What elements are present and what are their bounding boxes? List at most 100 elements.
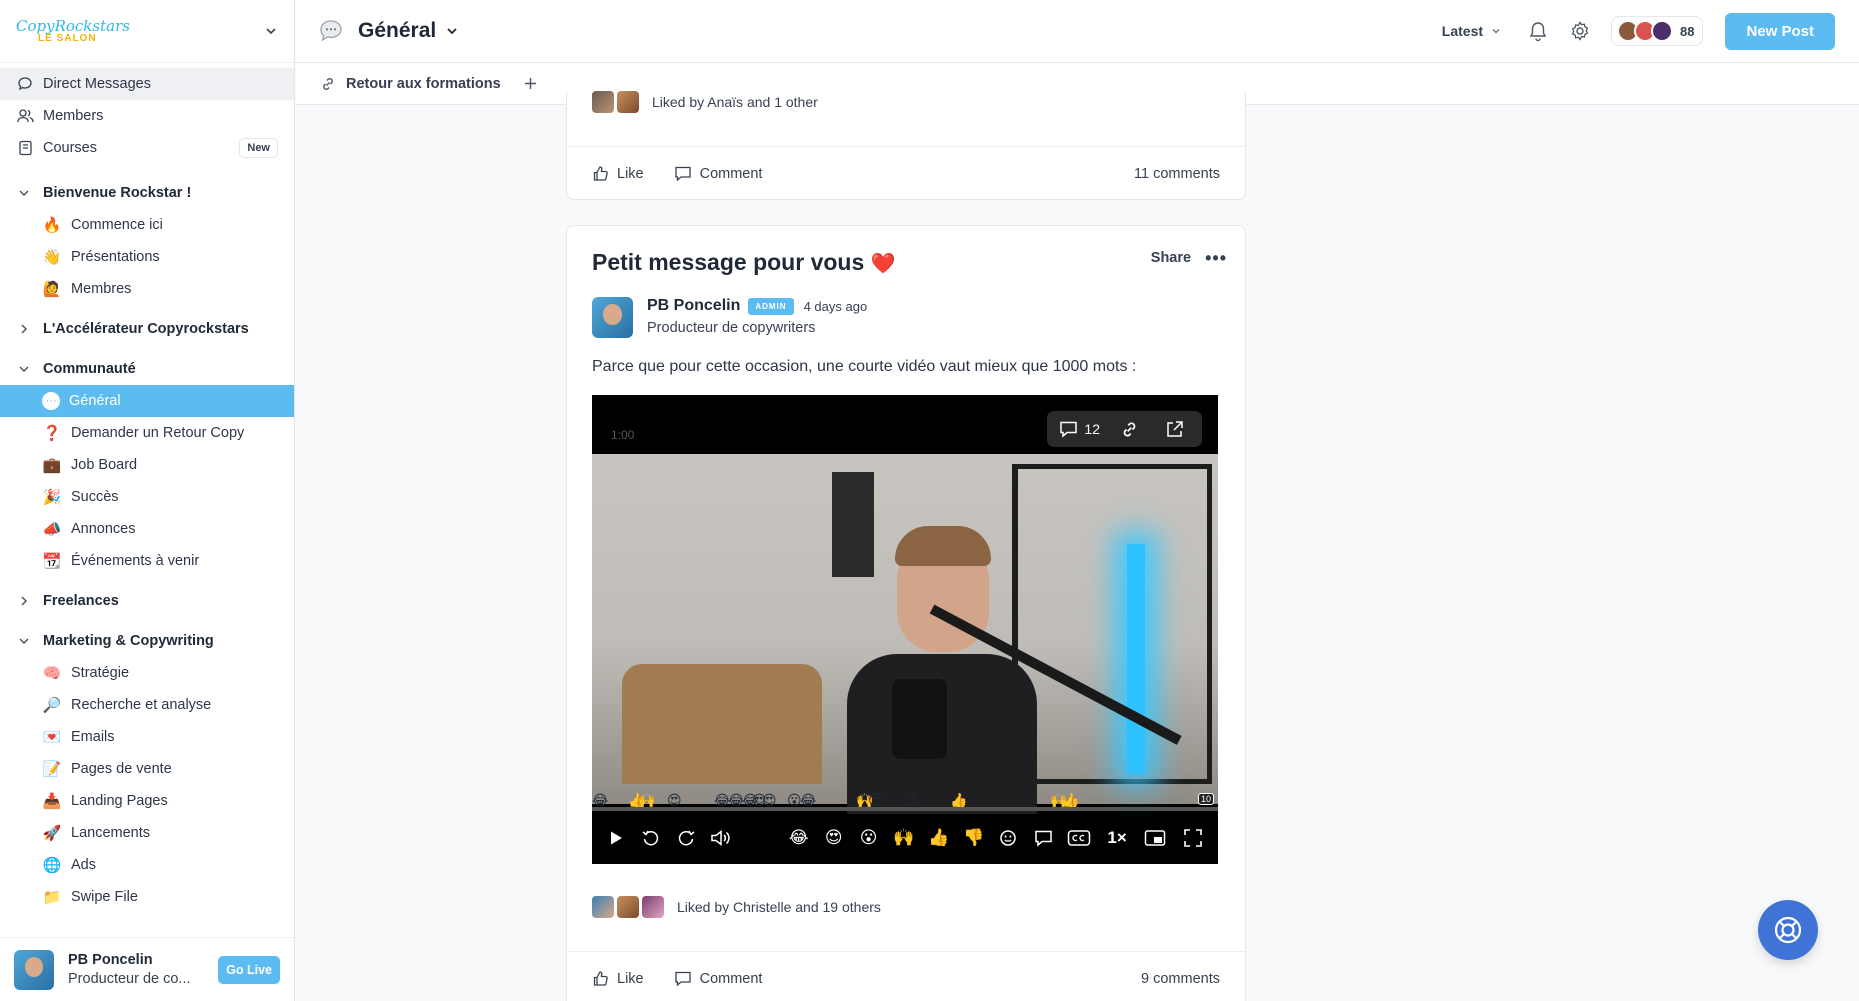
sidebar-item-label: Commence ici [71, 217, 163, 233]
sidebar-item-landing-pages[interactable]: 📥 Landing Pages [0, 785, 294, 817]
section-communaute[interactable]: Communauté [0, 353, 294, 385]
more-options-icon[interactable]: ••• [1205, 249, 1227, 267]
user-name: PB Poncelin [68, 951, 153, 968]
rocket-icon: 🚀 [42, 825, 62, 842]
post-author: PB Poncelin ADMIN 4 days ago Producteur … [592, 297, 867, 338]
likes-text: Liked by Christelle and 19 others [677, 899, 881, 915]
sidebar-item-membres[interactable]: 🙋 Membres [0, 273, 294, 305]
playback-speed-button[interactable]: 1× [1104, 825, 1130, 851]
video-controls: 😂 😍 😮 🙌 👍 👎 1× [592, 811, 1218, 864]
chevron-right-icon [21, 596, 28, 606]
sort-dropdown[interactable]: Latest [1442, 23, 1501, 39]
post-likes[interactable]: Liked by Christelle and 19 others [567, 896, 906, 918]
author-name[interactable]: PB Poncelin [647, 297, 740, 315]
comments-count-link[interactable]: 11 comments [1134, 166, 1220, 182]
picture-in-picture-icon[interactable] [1142, 825, 1168, 851]
chevron-down-icon[interactable] [446, 25, 458, 37]
video-comment-count: 12 [1084, 421, 1100, 437]
share-button[interactable]: Share [1151, 250, 1191, 266]
chevron-down-icon[interactable] [264, 24, 278, 38]
react-thumbs-down-button[interactable]: 👎 [961, 825, 986, 851]
react-thumbs-up-button[interactable]: 👍 [926, 825, 951, 851]
sidebar-item-job-board[interactable]: 💼 Job Board [0, 449, 294, 481]
post-likes[interactable]: Liked by Anaïs and 1 other [567, 91, 1245, 113]
comment-button[interactable]: Comment [674, 165, 762, 182]
magnifier-icon: 🔎 [42, 697, 62, 714]
video-frame-shelf [1012, 464, 1212, 784]
post-card: Liked by Anaïs and 1 other Like Comment … [566, 91, 1246, 200]
avatar[interactable] [592, 297, 633, 338]
comment-button[interactable]: Comment [674, 970, 762, 987]
author-info: PB Poncelin ADMIN 4 days ago Producteur … [647, 297, 867, 338]
comments-count-link[interactable]: 9 comments [1141, 971, 1220, 987]
like-button[interactable]: Like [592, 165, 644, 182]
like-button[interactable]: Like [592, 970, 644, 987]
sidebar-item-annonces[interactable]: 📣 Annonces [0, 513, 294, 545]
section-title: Marketing & Copywriting [43, 633, 214, 649]
post-card: Petit message pour vous ❤️ Share ••• PB … [566, 225, 1246, 1001]
section-freelances[interactable]: Freelances [0, 585, 294, 617]
avatar [1651, 20, 1674, 42]
page-title[interactable]: Général [358, 19, 436, 43]
section-bienvenue[interactable]: Bienvenue Rockstar ! [0, 177, 294, 209]
space-header: Général Latest 88 New Post [296, 0, 1859, 63]
video-player[interactable]: 1:00 12 😂 👍 🙌 😍 😂 😂 😂 😍 😍 😮 😂 🙌 😍 😍 👍 🙌 … [592, 395, 1218, 864]
sidebar-item-direct-messages[interactable]: Direct Messages [0, 68, 294, 100]
volume-icon[interactable] [709, 825, 734, 851]
external-link-icon [1167, 420, 1183, 437]
chevron-down-icon [19, 638, 29, 645]
post-title[interactable]: Petit message pour vous ❤️ [592, 249, 896, 276]
sidebar-item-emails[interactable]: 💌 Emails [0, 721, 294, 753]
sidebar-item-commence-ici[interactable]: 🔥 Commence ici [0, 209, 294, 241]
link-retour-formations[interactable]: Retour aux formations [346, 76, 501, 92]
help-button[interactable] [1758, 900, 1818, 960]
play-icon[interactable] [604, 825, 629, 851]
folder-icon: 📁 [42, 889, 62, 906]
react-celebrate-button[interactable]: 🙌 [891, 825, 916, 851]
comment-icon [674, 971, 691, 987]
sidebar-item-recherche[interactable]: 🔎 Recherche et analyse [0, 689, 294, 721]
sidebar-item-members[interactable]: Members [0, 100, 294, 132]
sidebar-item-courses[interactable]: Courses New [0, 132, 294, 164]
sidebar-item-strategie[interactable]: 🧠 Stratégie [0, 657, 294, 689]
section-accelerateur[interactable]: L'Accélérateur Copyrockstars [0, 313, 294, 345]
captions-icon[interactable] [1066, 825, 1092, 851]
open-external-button[interactable] [1165, 420, 1190, 439]
gear-icon[interactable] [1569, 20, 1591, 42]
go-live-button[interactable]: Go Live [218, 955, 280, 984]
bell-icon[interactable] [1527, 20, 1549, 42]
react-laugh-button[interactable]: 😂 [786, 825, 811, 851]
fullscreen-icon[interactable] [1180, 825, 1206, 851]
community-logo[interactable]: CopyRockstars LE SALON [16, 18, 130, 44]
sidebar-item-evenements[interactable]: 📆 Événements à venir [0, 545, 294, 577]
copy-link-button[interactable] [1120, 420, 1145, 439]
sidebar-item-label: Annonces [71, 521, 136, 537]
comment-icon[interactable] [1031, 825, 1056, 851]
sidebar-item-presentations[interactable]: 👋 Présentations [0, 241, 294, 273]
sidebar-item-ads[interactable]: 🌐 Ads [0, 849, 294, 881]
sidebar-item-pages-de-vente[interactable]: 📝 Pages de vente [0, 753, 294, 785]
sidebar-item-lancements[interactable]: 🚀 Lancements [0, 817, 294, 849]
sidebar-item-succes[interactable]: 🎉 Succès [0, 481, 294, 513]
sidebar-item-swipe-file[interactable]: 📁 Swipe File [0, 881, 294, 913]
section-marketing[interactable]: Marketing & Copywriting [0, 625, 294, 657]
member-avatars[interactable]: 88 [1611, 16, 1704, 46]
video-comments-button[interactable]: 12 [1059, 420, 1100, 438]
add-reaction-icon[interactable] [996, 825, 1021, 851]
react-love-button[interactable]: 😍 [821, 825, 846, 851]
current-user-info[interactable]: PB Poncelin Producteur de co... [68, 951, 218, 989]
react-wow-button[interactable]: 😮 [856, 825, 881, 851]
rewind-10-icon[interactable] [639, 825, 664, 851]
video-duration: 1:00 [611, 428, 635, 442]
thumbs-up-icon [593, 166, 608, 181]
avatar[interactable] [14, 949, 54, 990]
forward-10-icon[interactable] [674, 825, 699, 851]
new-post-button[interactable]: New Post [1725, 12, 1835, 50]
plus-icon[interactable] [523, 76, 538, 91]
avatar [617, 91, 639, 113]
party-popper-icon: 🎉 [42, 489, 62, 506]
sidebar-item-general[interactable]: ··· Général [0, 385, 294, 417]
post-timestamp[interactable]: 4 days ago [804, 299, 868, 314]
section-title: Bienvenue Rockstar ! [43, 185, 192, 201]
sidebar-item-retour-copy[interactable]: ❓ Demander un Retour Copy [0, 417, 294, 449]
